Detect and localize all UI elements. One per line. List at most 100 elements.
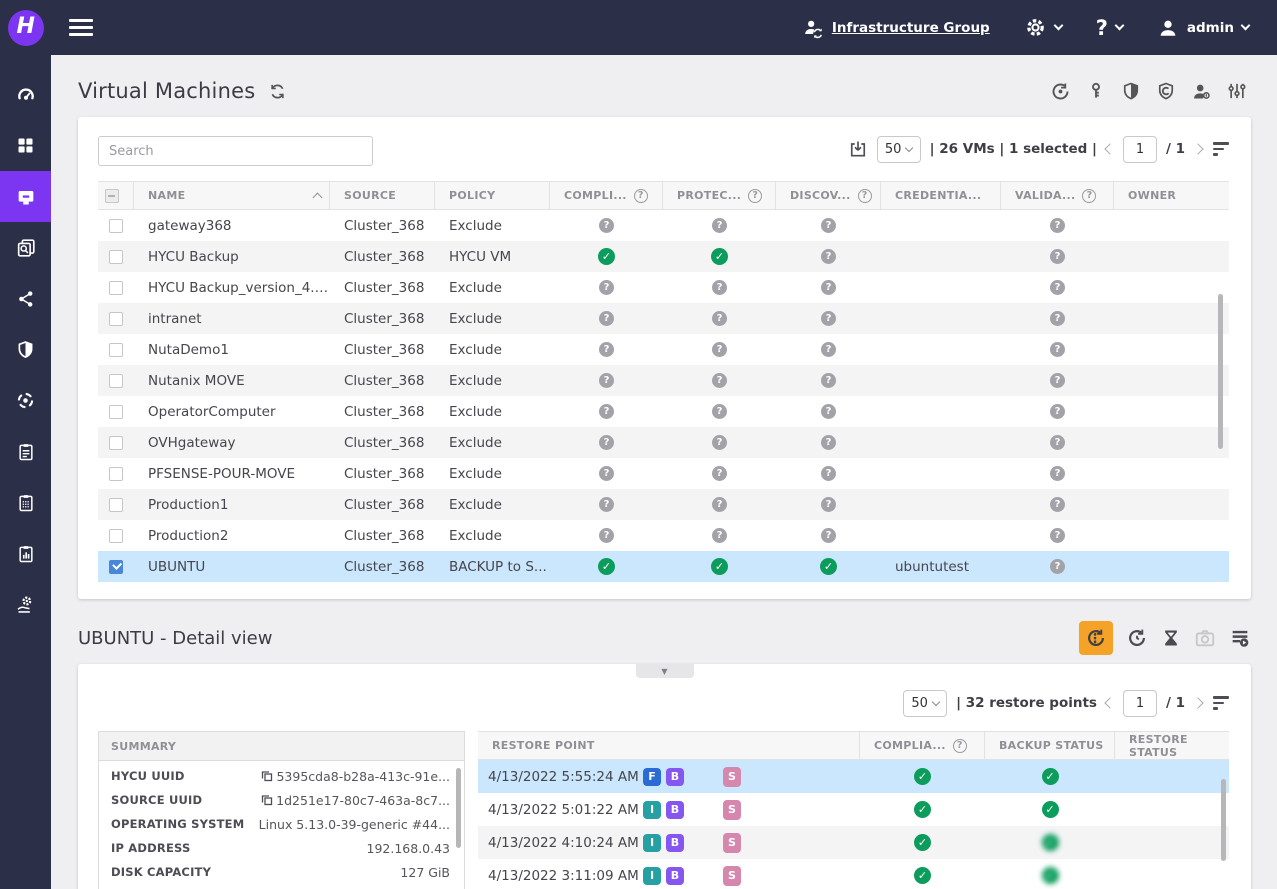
hycu-logo[interactable]: H bbox=[0, 0, 51, 55]
settings-menu[interactable] bbox=[1024, 16, 1062, 39]
row-checkbox[interactable] bbox=[109, 405, 123, 419]
vm-table-row[interactable]: HYCU Backup_version_4.3...Cluster_368Exc… bbox=[98, 272, 1229, 303]
column-header[interactable]: COMPLIA...? bbox=[860, 732, 985, 759]
row-checkbox[interactable] bbox=[109, 498, 123, 512]
prev-page-icon[interactable] bbox=[1104, 143, 1115, 154]
row-checkbox[interactable] bbox=[109, 436, 123, 450]
vm-table-row[interactable]: HYCU BackupCluster_368HYCU VM✓✓?? bbox=[98, 241, 1229, 272]
restore-scrollbar[interactable] bbox=[1221, 779, 1226, 861]
restore-history-icon[interactable] bbox=[1050, 81, 1071, 102]
export-icon[interactable] bbox=[848, 139, 868, 159]
row-checkbox[interactable] bbox=[109, 250, 123, 264]
restore-button[interactable] bbox=[1126, 627, 1148, 649]
column-header[interactable]: VALIDA...? bbox=[1001, 182, 1114, 209]
row-checkbox[interactable] bbox=[109, 560, 123, 574]
infrastructure-group-menu[interactable]: Infrastructure Group bbox=[802, 17, 990, 39]
vm-table-row[interactable]: intranetCluster_368Exclude???? bbox=[98, 303, 1229, 334]
vm-table-row[interactable]: Nutanix MOVECluster_368Exclude???? bbox=[98, 365, 1229, 396]
column-header[interactable]: RESTORE POINT bbox=[478, 732, 860, 759]
status-cell: ✓ bbox=[663, 248, 776, 265]
restore-page-size-select[interactable]: 50 bbox=[903, 690, 947, 717]
row-checkbox[interactable] bbox=[109, 281, 123, 295]
vm-table-row[interactable]: PFSENSE-POUR-MOVECluster_368Exclude???? bbox=[98, 458, 1229, 489]
compliance-shield-icon[interactable] bbox=[1156, 81, 1176, 101]
user-label: admin bbox=[1187, 20, 1234, 36]
sidebar-item-shares[interactable] bbox=[0, 273, 51, 324]
sidebar-item-policies[interactable] bbox=[0, 324, 51, 375]
badge-snapshot-icon: S bbox=[723, 800, 741, 820]
owner-user-icon[interactable] bbox=[1191, 81, 1212, 102]
sidebar-item-administration[interactable] bbox=[0, 579, 51, 630]
help-menu[interactable]: ? bbox=[1096, 16, 1123, 40]
page-number-input[interactable]: 1 bbox=[1123, 136, 1157, 163]
row-checkbox[interactable] bbox=[109, 343, 123, 357]
column-header[interactable]: SOURCE bbox=[330, 182, 435, 209]
column-header[interactable]: BACKUP STATUS bbox=[985, 732, 1115, 759]
expire-hourglass-icon[interactable] bbox=[1161, 628, 1181, 648]
column-header[interactable]: DISCOV...? bbox=[776, 182, 881, 209]
vm-table-row[interactable]: Production2Cluster_368Exclude???? bbox=[98, 520, 1229, 551]
restore-point-row[interactable]: 4/13/2022 4:10:24 AMIBS✓✓ bbox=[478, 826, 1229, 859]
column-header[interactable]: OWNER bbox=[1114, 182, 1229, 209]
row-checkbox[interactable] bbox=[109, 374, 123, 388]
backup-now-button[interactable] bbox=[1079, 621, 1113, 655]
help-icon[interactable]: ? bbox=[634, 189, 648, 203]
prev-page-icon[interactable] bbox=[1104, 697, 1115, 708]
select-all-header[interactable] bbox=[98, 182, 134, 209]
vm-table-row[interactable]: OperatorComputerCluster_368Exclude???? bbox=[98, 396, 1229, 427]
sidebar-item-dashboard[interactable] bbox=[0, 69, 51, 120]
column-header[interactable]: PROTEC...? bbox=[663, 182, 776, 209]
credentials-key-icon[interactable] bbox=[1086, 81, 1106, 101]
column-header[interactable]: CREDENTIA... bbox=[881, 182, 1001, 209]
next-page-icon[interactable] bbox=[1192, 143, 1203, 154]
vm-table-row[interactable]: UBUNTUCluster_368BACKUP to S...✓✓✓ubuntu… bbox=[98, 551, 1229, 582]
collapse-detail-tab[interactable]: ▼ bbox=[636, 664, 694, 678]
status-cell: ? bbox=[776, 218, 881, 233]
copy-icon[interactable] bbox=[261, 794, 273, 806]
sidebar-item-applications[interactable] bbox=[0, 120, 51, 171]
page-size-select[interactable]: 50 bbox=[877, 136, 921, 163]
row-checkbox[interactable] bbox=[109, 312, 123, 326]
help-icon[interactable]: ? bbox=[858, 189, 872, 203]
vm-scrollbar[interactable] bbox=[1218, 294, 1223, 449]
column-header[interactable]: COMPLI...? bbox=[550, 182, 663, 209]
sidebar-item-reports[interactable] bbox=[0, 528, 51, 579]
vm-table-row[interactable]: Production1Cluster_368Exclude???? bbox=[98, 489, 1229, 520]
help-icon[interactable]: ? bbox=[748, 189, 762, 203]
restore-point-row[interactable]: 4/13/2022 3:11:09 AMIBS✓✓ bbox=[478, 859, 1229, 889]
filter-icon[interactable] bbox=[1211, 694, 1231, 711]
user-menu[interactable]: admin bbox=[1157, 17, 1249, 39]
summary-scrollbar[interactable] bbox=[456, 768, 461, 848]
vm-table-row[interactable]: gateway368Cluster_368Exclude???? bbox=[98, 210, 1229, 241]
row-checkbox[interactable] bbox=[109, 467, 123, 481]
copy-icon[interactable] bbox=[261, 770, 273, 782]
vm-table-row[interactable]: NutaDemo1Cluster_368Exclude???? bbox=[98, 334, 1229, 365]
column-header[interactable]: NAME bbox=[134, 182, 330, 209]
row-checkbox[interactable] bbox=[109, 219, 123, 233]
search-input[interactable] bbox=[98, 136, 373, 166]
row-checkbox[interactable] bbox=[109, 529, 123, 543]
next-page-icon[interactable] bbox=[1192, 697, 1203, 708]
tasks-queue-icon[interactable] bbox=[1229, 627, 1251, 649]
status-cell: ? bbox=[550, 280, 663, 295]
restore-point-row[interactable]: 4/13/2022 5:55:24 AMFBS✓✓ bbox=[478, 760, 1229, 793]
help-icon[interactable]: ? bbox=[1082, 189, 1096, 203]
column-settings-icon[interactable] bbox=[1227, 81, 1247, 101]
sidebar-item-jobs[interactable] bbox=[0, 426, 51, 477]
sidebar-item-events[interactable] bbox=[0, 477, 51, 528]
policy-shield-icon[interactable] bbox=[1121, 81, 1141, 101]
sidebar-item-targets[interactable] bbox=[0, 375, 51, 426]
column-header-label: CREDENTIA... bbox=[895, 189, 981, 202]
restore-point-row[interactable]: 4/13/2022 5:01:22 AMIBS✓✓ bbox=[478, 793, 1229, 826]
filter-icon[interactable] bbox=[1211, 140, 1231, 157]
refresh-icon[interactable] bbox=[268, 82, 287, 101]
help-icon[interactable]: ? bbox=[953, 739, 967, 753]
restore-page-input[interactable]: 1 bbox=[1123, 690, 1157, 717]
vm-table-row[interactable]: OVHgatewayCluster_368Exclude???? bbox=[98, 427, 1229, 458]
column-header[interactable]: POLICY bbox=[435, 182, 550, 209]
sidebar-item-backups[interactable] bbox=[0, 222, 51, 273]
sidebar-item-virtual-machines[interactable] bbox=[0, 171, 51, 222]
column-header[interactable]: RESTORE STATUS bbox=[1115, 732, 1229, 759]
select-all-checkbox[interactable] bbox=[105, 189, 119, 203]
hamburger-menu-icon[interactable] bbox=[69, 19, 93, 36]
